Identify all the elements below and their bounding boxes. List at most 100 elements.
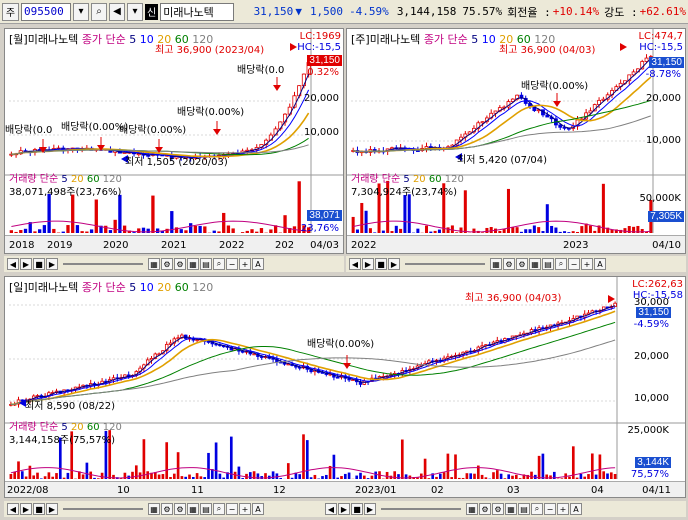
dividend-annotation: 배당락(0.00%) — [521, 81, 589, 92]
mode-select[interactable]: 주 — [2, 2, 19, 21]
tool-icon[interactable]: ⚙ — [516, 258, 528, 270]
zoom-slider[interactable] — [63, 263, 143, 265]
y-tick: 10,000 — [634, 393, 669, 404]
play-icon[interactable]: ▶ — [388, 258, 400, 270]
scroll-left-icon[interactable]: ◀ — [7, 258, 19, 270]
daily-chart-panel[interactable]: [일]미래나노텍 종가 단순 5 10 20 60 120 LC:262,63 … — [4, 276, 686, 498]
stop-icon[interactable]: ■ — [33, 503, 45, 515]
scroll-left-icon[interactable]: ◀ — [349, 258, 361, 270]
play-icon[interactable]: ▶ — [46, 503, 58, 515]
font-icon[interactable]: A — [252, 503, 264, 515]
volume-bar — [455, 232, 459, 233]
chart-icon[interactable]: ▤ — [518, 503, 530, 515]
scroll-right-icon[interactable]: ▶ — [20, 258, 32, 270]
search-icon[interactable]: ⌕ — [91, 2, 107, 21]
stop-icon[interactable]: ■ — [351, 503, 363, 515]
plus-icon[interactable]: + — [557, 503, 569, 515]
monthly-chart-canvas[interactable] — [5, 29, 344, 254]
grid-icon[interactable]: ▦ — [490, 258, 502, 270]
grid-icon[interactable]: ▦ — [148, 258, 160, 270]
daily-chart-canvas[interactable] — [5, 277, 686, 498]
moving-average-line — [11, 73, 310, 159]
scroll-right-icon[interactable]: ▶ — [362, 258, 374, 270]
tool-icon[interactable]: ⚙ — [492, 503, 504, 515]
chart-icon[interactable]: ▤ — [542, 258, 554, 270]
y-tick: 20,000 — [304, 93, 339, 104]
volume-bar — [473, 473, 476, 479]
scroll-right-icon[interactable]: ▶ — [338, 503, 350, 515]
grid-icon[interactable]: ▦ — [148, 503, 160, 515]
stock-name-field[interactable]: 미래나노텍 — [160, 2, 234, 21]
settings-icon[interactable]: ⚙ — [161, 503, 173, 515]
volume-bar — [203, 477, 207, 479]
grid-icon[interactable]: ▦ — [505, 503, 517, 515]
dividend-annotation: 배당락(0.0 — [237, 65, 285, 76]
font-icon[interactable]: A — [594, 258, 606, 270]
scroll-left-icon[interactable]: ◀ — [325, 503, 337, 515]
volume-bar — [169, 477, 172, 479]
stop-icon[interactable]: ■ — [33, 258, 45, 270]
grid-icon[interactable]: ▦ — [529, 258, 541, 270]
monthly-chart-panel[interactable]: [월]미래나노텍 종가 단순 5 10 20 60 120 LC:1969 HC… — [4, 28, 344, 254]
chart-icon[interactable]: ▤ — [200, 258, 212, 270]
grid-icon[interactable]: ▦ — [466, 503, 478, 515]
plus-icon[interactable]: + — [239, 503, 251, 515]
volume-bar — [24, 476, 28, 479]
magnify-icon[interactable]: ⌕ — [531, 503, 543, 515]
volume-bar — [593, 230, 597, 233]
dividend-annotation: 배당락(0.00%) — [119, 125, 187, 136]
volume-bar — [195, 473, 199, 479]
magnify-icon[interactable]: ⌕ — [213, 258, 225, 270]
font-icon[interactable]: A — [570, 503, 582, 515]
turnover-label: 회전율 : — [507, 5, 551, 19]
font-icon[interactable]: A — [252, 258, 264, 270]
magnify-icon[interactable]: ⌕ — [555, 258, 567, 270]
grid-icon[interactable]: ▦ — [187, 258, 199, 270]
volume-bar — [518, 478, 522, 479]
tool-icon[interactable]: ⚙ — [174, 503, 186, 515]
volume-bar — [9, 230, 14, 233]
volume-bar — [461, 477, 465, 479]
tool-icon[interactable]: ⚙ — [174, 258, 186, 270]
plus-icon[interactable]: + — [239, 258, 251, 270]
x-tick: 202 — [275, 240, 295, 251]
settings-icon[interactable]: ⚙ — [161, 258, 173, 270]
weekly-chart-canvas[interactable] — [347, 29, 686, 254]
magnify-icon[interactable]: ⌕ — [213, 503, 225, 515]
minus-icon[interactable]: − — [544, 503, 556, 515]
volume-bar — [424, 225, 429, 233]
chart-icon[interactable]: ▤ — [200, 503, 212, 515]
play-icon[interactable]: ▶ — [364, 503, 376, 515]
grid-icon[interactable]: ▦ — [187, 503, 199, 515]
play-icon[interactable]: ▶ — [46, 258, 58, 270]
volume-bar — [609, 472, 613, 479]
dropdown-arrow-icon[interactable]: ▾ — [73, 2, 89, 21]
settings-icon[interactable]: ⚙ — [503, 258, 515, 270]
stock-code-input[interactable] — [21, 2, 71, 21]
volume-bar — [355, 475, 359, 479]
volume-bar — [191, 476, 195, 479]
speaker-icon[interactable]: ◀ — [109, 2, 125, 21]
minus-icon[interactable]: − — [226, 503, 238, 515]
volume-bar — [340, 476, 343, 479]
zoom-slider[interactable] — [405, 263, 485, 265]
volume-bar — [601, 183, 605, 233]
minus-icon[interactable]: − — [226, 258, 238, 270]
volume-bar — [469, 473, 473, 479]
scroll-right-icon[interactable]: ▶ — [20, 503, 32, 515]
dropdown-arrow-icon[interactable]: ▾ — [127, 2, 143, 21]
volume-bar — [532, 225, 536, 233]
candle-body — [252, 353, 256, 356]
zoom-slider[interactable] — [381, 508, 461, 510]
volume-bar — [550, 225, 554, 233]
weekly-chart-panel[interactable]: [주]미래나노텍 종가 단순 5 10 20 60 120 LC:474,7 H… — [346, 28, 686, 254]
minus-icon[interactable]: − — [568, 258, 580, 270]
volume-bar — [598, 454, 602, 479]
stop-icon[interactable]: ■ — [375, 258, 387, 270]
volume-bar — [394, 225, 398, 233]
zoom-slider[interactable] — [63, 508, 143, 510]
scroll-left-icon[interactable]: ◀ — [7, 503, 19, 515]
plus-icon[interactable]: + — [581, 258, 593, 270]
settings-icon[interactable]: ⚙ — [479, 503, 491, 515]
volume-bar — [17, 461, 20, 479]
